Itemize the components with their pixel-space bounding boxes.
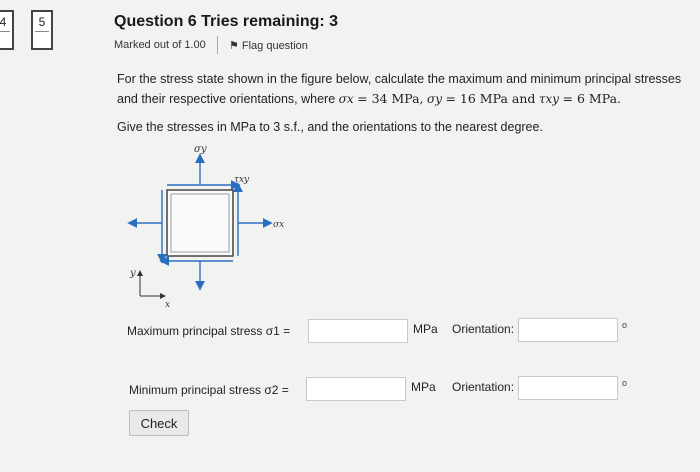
question-nav-5[interactable]: 5 bbox=[31, 10, 53, 50]
max-orientation-input[interactable] bbox=[518, 318, 618, 342]
question-text: For the stress state shown in the figure… bbox=[117, 70, 697, 146]
element-square bbox=[166, 189, 234, 257]
sigma-y-value: = 16 MPa and bbox=[445, 91, 536, 106]
marked-out-of: Marked out of 1.00 bbox=[114, 39, 206, 51]
x-axis-label: x bbox=[165, 300, 170, 308]
min-principal-input[interactable] bbox=[306, 377, 406, 401]
question-title: Question 6 Tries remaining: 3 bbox=[114, 13, 339, 30]
sigma-y-label: σy bbox=[194, 144, 207, 155]
stress-element-diagram: σy τxy σx y x bbox=[127, 144, 284, 308]
divider bbox=[217, 36, 218, 54]
min-principal-label: Minimum principal stress σ2 = bbox=[129, 383, 289, 397]
sigma-x-label: σx bbox=[273, 220, 284, 230]
min-unit-label: MPa bbox=[411, 380, 436, 394]
flag-icon: ⚑ bbox=[229, 40, 239, 52]
max-principal-input[interactable] bbox=[308, 319, 408, 343]
tau-xy-symbol: τxy bbox=[538, 92, 560, 106]
question-line-2: and their respective orientations, where bbox=[117, 92, 336, 106]
nav-status-fill bbox=[0, 31, 10, 46]
max-unit-label: MPa bbox=[413, 322, 438, 336]
min-orientation-label: Orientation: bbox=[452, 380, 515, 394]
max-principal-label: Maximum principal stress σ1 = bbox=[127, 324, 291, 338]
sigma-y-symbol: σy bbox=[427, 92, 442, 106]
question-line-1: For the stress state shown in the figure… bbox=[117, 72, 682, 86]
max-orientation-label: Orientation: bbox=[452, 322, 515, 336]
degree-symbol: o bbox=[622, 378, 628, 388]
question-number: 4 bbox=[0, 15, 7, 29]
question-nav-4[interactable]: 4 bbox=[0, 10, 14, 50]
sigma-x-symbol: σx bbox=[338, 92, 354, 106]
tau-xy-value: = 6 MPa. bbox=[562, 91, 621, 106]
degree-symbol: o bbox=[622, 320, 628, 330]
sigma-x-value: = 34 MPa, bbox=[357, 91, 424, 106]
tau-xy-label: τxy bbox=[234, 175, 250, 185]
nav-status-fill bbox=[35, 31, 49, 46]
question-paragraph: For the stress state shown in the figure… bbox=[117, 70, 697, 109]
check-button[interactable]: Check bbox=[129, 410, 189, 436]
instruction-text: Give the stresses in MPa to 3 s.f., and … bbox=[117, 120, 543, 134]
flag-label: Flag question bbox=[241, 40, 308, 52]
question-number: 5 bbox=[38, 15, 46, 29]
min-orientation-input[interactable] bbox=[518, 376, 618, 400]
flag-question-link[interactable]: ⚑ Flag question bbox=[229, 39, 308, 52]
y-axis-label: y bbox=[129, 268, 136, 279]
